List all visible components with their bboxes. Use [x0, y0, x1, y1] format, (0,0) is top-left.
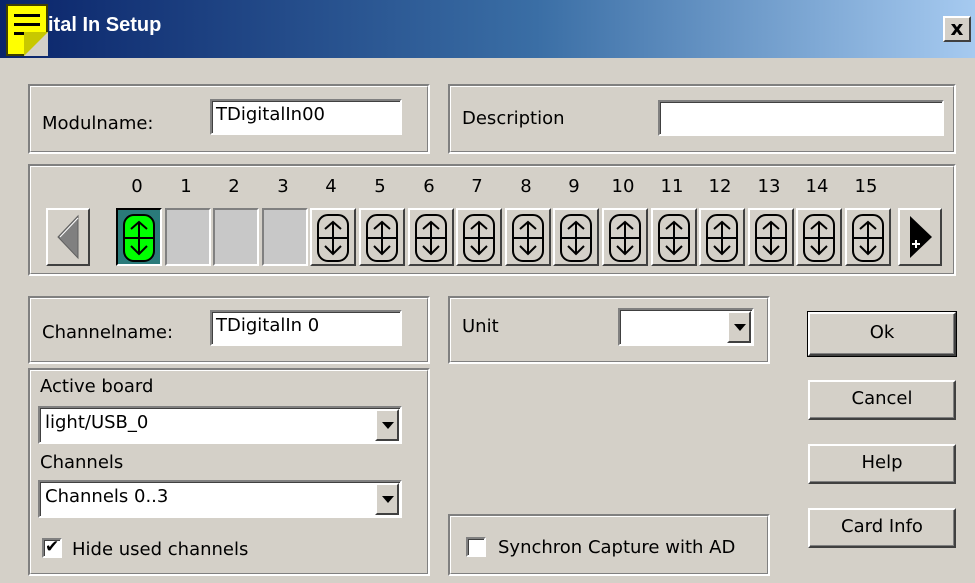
- channel-name-label: Channelname:: [42, 322, 174, 343]
- active-board-value: light/USB_0: [45, 412, 149, 433]
- channel-number: 13: [757, 176, 781, 197]
- plug-icon: [463, 214, 495, 262]
- description-field[interactable]: [658, 100, 944, 136]
- active-board-label: Active board: [40, 376, 154, 397]
- channel-number: 1: [180, 176, 192, 197]
- channel-slot-2[interactable]: [213, 208, 259, 266]
- channel-slot-7[interactable]: [456, 208, 502, 266]
- previous-channels-button[interactable]: [46, 208, 90, 266]
- channel-number: 0: [131, 176, 143, 197]
- channel-slot-0[interactable]: [116, 208, 162, 266]
- title-bar: ital In Setup x: [0, 0, 975, 58]
- channel-slot-13[interactable]: [748, 208, 794, 266]
- hide-used-checkbox[interactable]: ✔: [42, 537, 62, 558]
- channel-slot-3[interactable]: [262, 208, 308, 266]
- arrow-right-plus-icon: [910, 216, 932, 258]
- channel-slot-5[interactable]: [359, 208, 405, 266]
- channel-number: 14: [805, 176, 829, 197]
- chevron-down-icon[interactable]: [375, 409, 399, 441]
- arrow-left-icon: [57, 214, 79, 260]
- cancel-button[interactable]: Cancel: [808, 380, 956, 420]
- chevron-down-icon[interactable]: [375, 483, 399, 515]
- channel-number: 11: [660, 176, 684, 197]
- channel-number: 8: [520, 176, 532, 197]
- channels-dropdown[interactable]: Channels 0..3: [38, 480, 402, 518]
- channel-number: 5: [374, 176, 386, 197]
- channel-number: 10: [611, 176, 635, 197]
- channel-slot-9[interactable]: [553, 208, 599, 266]
- next-channels-button[interactable]: [898, 208, 942, 266]
- channel-number: 6: [423, 176, 435, 197]
- channel-slot-11[interactable]: [651, 208, 697, 266]
- channels-label: Channels: [40, 452, 124, 473]
- plug-icon: [415, 214, 447, 262]
- checkmark-icon: ✔: [45, 537, 60, 557]
- channel-slot-8[interactable]: [505, 208, 551, 266]
- plug-icon: [123, 214, 155, 262]
- close-button[interactable]: x: [943, 16, 971, 42]
- plug-icon: [317, 214, 349, 262]
- channels-value: Channels 0..3: [45, 486, 169, 507]
- hide-used-label[interactable]: Hide used channels: [72, 539, 248, 560]
- channel-slot-14[interactable]: [796, 208, 842, 266]
- note-icon[interactable]: [6, 4, 48, 56]
- channel-number: 4: [325, 176, 337, 197]
- module-name-field[interactable]: TDigitalIn00: [210, 99, 402, 135]
- plug-icon: [803, 214, 835, 262]
- sync-capture-checkbox[interactable]: [466, 537, 486, 557]
- channel-number: 9: [568, 176, 580, 197]
- chevron-down-icon[interactable]: [727, 311, 751, 343]
- plug-icon: [658, 214, 690, 262]
- channel-slot-4[interactable]: [310, 208, 356, 266]
- plug-icon: [560, 214, 592, 262]
- active-board-dropdown[interactable]: light/USB_0: [38, 406, 402, 444]
- channel-number: 2: [228, 176, 240, 197]
- plug-icon: [706, 214, 738, 262]
- sync-capture-label[interactable]: Synchron Capture with AD: [498, 537, 735, 558]
- channel-slot-1[interactable]: [165, 208, 211, 266]
- card-info-button[interactable]: Card Info: [808, 508, 956, 548]
- window-title: ital In Setup: [48, 14, 162, 36]
- plug-icon: [366, 214, 398, 262]
- unit-dropdown[interactable]: [618, 308, 754, 346]
- plug-icon: [852, 214, 884, 262]
- ok-button[interactable]: Ok: [807, 311, 957, 357]
- channel-slot-10[interactable]: [602, 208, 648, 266]
- help-button[interactable]: Help: [808, 444, 956, 484]
- channel-slot-15[interactable]: [845, 208, 891, 266]
- channel-number: 15: [854, 176, 878, 197]
- module-name-label: Modulname:: [42, 113, 154, 134]
- channel-slot-12[interactable]: [699, 208, 745, 266]
- plug-icon: [512, 214, 544, 262]
- unit-label: Unit: [462, 316, 499, 337]
- channel-name-field[interactable]: TDigitalIn 0: [210, 310, 402, 346]
- plug-icon: [755, 214, 787, 262]
- description-label: Description: [462, 108, 565, 129]
- plug-icon: [609, 214, 641, 262]
- channel-number: 7: [471, 176, 483, 197]
- channel-number: 12: [708, 176, 732, 197]
- channel-number: 3: [277, 176, 289, 197]
- channel-slot-6[interactable]: [408, 208, 454, 266]
